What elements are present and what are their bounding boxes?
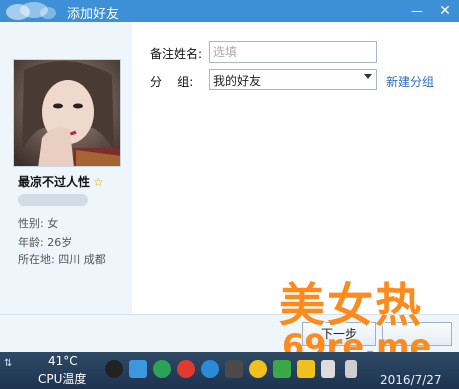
tray-qq-icon[interactable] bbox=[249, 360, 267, 378]
avatar-photo bbox=[14, 60, 120, 166]
group-select-value: 我的好友 bbox=[213, 74, 262, 88]
app-logo-icon bbox=[6, 2, 56, 20]
nickname-row: 最凉不过人性 ☆ bbox=[18, 173, 128, 191]
cpu-temperature: 41°C bbox=[48, 354, 78, 368]
chevron-down-icon bbox=[364, 74, 372, 79]
star-icon: ☆ bbox=[93, 175, 104, 189]
group-select[interactable]: 我的好友 bbox=[209, 69, 377, 90]
gender-info: 性别: 女 bbox=[18, 217, 59, 230]
taskbar-date: 2016/7/27 bbox=[380, 373, 442, 387]
account-number-redacted bbox=[18, 194, 88, 206]
watermark-logo: 美女热 bbox=[279, 278, 423, 332]
group-label: 分 组: bbox=[150, 75, 194, 89]
nickname: 最凉不过人性 bbox=[18, 175, 91, 189]
new-group-link[interactable]: 新建分组 bbox=[386, 73, 434, 90]
remark-input[interactable] bbox=[209, 41, 377, 63]
tray-browser-icon[interactable] bbox=[201, 360, 219, 378]
location-info: 所在地: 四川 成都 bbox=[18, 253, 106, 266]
tray-music-icon[interactable] bbox=[177, 360, 195, 378]
profile-panel: 最凉不过人性 ☆ 性别: 女 年龄: 26岁 所在地: 四川 成都 bbox=[0, 22, 132, 314]
tray-security-icon[interactable] bbox=[297, 360, 315, 378]
tray-penguin-icon[interactable] bbox=[105, 360, 123, 378]
taskbar-toggle-icon[interactable]: ⇅ bbox=[4, 358, 12, 369]
age-info: 年龄: 26岁 bbox=[18, 236, 73, 249]
minimize-icon: — bbox=[411, 4, 423, 18]
tray-network-icon[interactable] bbox=[153, 360, 171, 378]
tray-network-status-icon[interactable] bbox=[321, 360, 335, 378]
remark-label: 备注姓名: bbox=[150, 47, 203, 61]
title-bar: 添加好友 — ✕ bbox=[0, 0, 459, 22]
tray-shield-icon[interactable] bbox=[273, 360, 291, 378]
tray-volume-icon[interactable] bbox=[345, 360, 357, 378]
close-button[interactable]: ✕ bbox=[432, 0, 458, 22]
tray-cube-icon[interactable] bbox=[129, 360, 147, 378]
cpu-temperature-label: CPU温度 bbox=[38, 372, 87, 386]
avatar bbox=[13, 59, 121, 167]
close-icon: ✕ bbox=[439, 3, 451, 19]
taskbar: ⇅ 41°C CPU温度 2016/7/27 bbox=[0, 352, 459, 389]
tray-nvidia-icon[interactable] bbox=[225, 360, 243, 378]
window-title: 添加好友 bbox=[67, 7, 120, 22]
minimize-button[interactable]: — bbox=[404, 0, 430, 22]
